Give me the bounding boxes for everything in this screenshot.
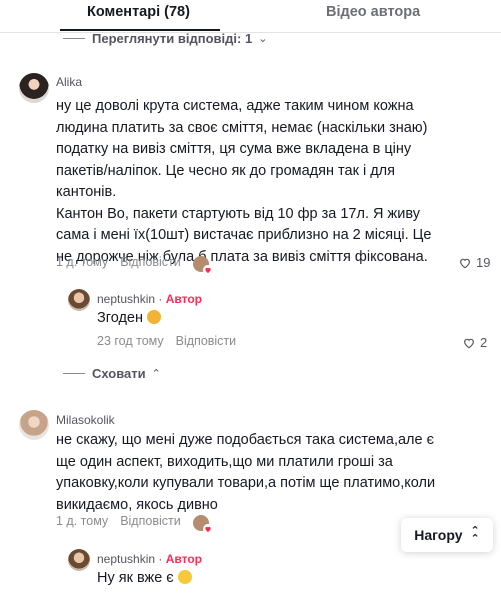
comment-meta: 1 д. тому Відповісти bbox=[56, 255, 181, 269]
reply-username-line: neptushkin · Автор bbox=[97, 292, 202, 306]
reply-text: Згоден bbox=[97, 308, 162, 330]
comment-text-line: ще один аспект, виходить,що ми платили г… bbox=[56, 453, 393, 470]
comment-username[interactable]: Milasokolik bbox=[56, 413, 115, 427]
like-button[interactable]: 2 bbox=[462, 335, 487, 350]
back-to-top-label: Нагору bbox=[414, 527, 463, 543]
reply-username-line: neptushkin · Автор bbox=[97, 552, 202, 566]
comment-text: ну це доволі крута система, адже таким ч… bbox=[56, 96, 486, 268]
comment-text-line: пакетів/наліпок. Це чесно як до громадян… bbox=[56, 162, 395, 179]
comment-text-line: не скажу, що мені дуже подобається така … bbox=[56, 432, 435, 448]
comment-text: не скажу, що мені дуже подобається така … bbox=[56, 430, 486, 516]
like-count: 19 bbox=[476, 255, 491, 270]
author-badge: Автор bbox=[165, 552, 202, 566]
heart-outline-icon bbox=[460, 258, 470, 268]
heart-icon bbox=[203, 265, 213, 275]
divider-line bbox=[63, 373, 85, 374]
reply-button[interactable]: Відповісти bbox=[176, 334, 237, 348]
reply-text-content: Згоден bbox=[97, 310, 144, 326]
comment-text-line: Кантон Во, пакети стартують від 10 фр за… bbox=[56, 205, 420, 222]
comment-text-line: сама і мені їх(10шт) вистачає приблизно … bbox=[56, 227, 432, 243]
comment-time: 1 д. тому bbox=[56, 255, 109, 269]
heart-hands-emoji bbox=[147, 310, 162, 324]
heart-icon bbox=[203, 524, 213, 534]
comment-text-line: податку на вивіз сміття, ця сума вже вкл… bbox=[56, 141, 412, 157]
like-button[interactable]: 19 bbox=[458, 255, 490, 270]
comment-text-line: ну це доволі крута система, адже таким ч… bbox=[56, 98, 414, 114]
reply-button[interactable]: Відповісти bbox=[120, 514, 181, 528]
avatar[interactable] bbox=[19, 410, 49, 440]
comment-text-line: упаковку,коли купували товари,а потім ще… bbox=[56, 475, 436, 491]
comment-text-line: кантонів. bbox=[56, 184, 117, 200]
reply-username[interactable]: neptushkin bbox=[97, 292, 155, 306]
divider-line bbox=[63, 38, 85, 39]
hide-replies-label: Сховати bbox=[92, 366, 146, 381]
comment-text-line: людина платить за своє сміття, немає (на… bbox=[56, 119, 428, 136]
creator-liked-icon bbox=[193, 256, 213, 275]
hide-replies-button[interactable]: Сховати ⌃ bbox=[63, 366, 161, 381]
reply-text-content: Ну як вже є bbox=[97, 570, 174, 586]
reply-meta: 23 год тому Відповісти bbox=[97, 334, 236, 348]
author-badge: Автор bbox=[165, 292, 202, 306]
heart-outline-icon bbox=[464, 338, 474, 348]
avatar[interactable] bbox=[68, 289, 90, 311]
tab-comments[interactable]: Коментарі (78) bbox=[87, 4, 190, 20]
grin-emoji bbox=[177, 570, 192, 584]
comment-username[interactable]: Alika bbox=[56, 75, 82, 89]
comment-time: 1 д. тому bbox=[56, 514, 109, 528]
comment-meta: 1 д. тому Відповісти bbox=[56, 514, 181, 528]
comment-text-line: викидаємо, якось дивно bbox=[56, 496, 218, 513]
back-to-top-button[interactable]: Нагору ⌃ ⌃ bbox=[401, 518, 493, 552]
reply-username[interactable]: neptushkin bbox=[97, 552, 155, 566]
avatar[interactable] bbox=[68, 549, 90, 571]
reply-time: 23 год тому bbox=[97, 334, 164, 348]
double-chevron-up-icon: ⌃ ⌃ bbox=[470, 525, 480, 545]
tab-bar: Коментарі (78) Відео автора bbox=[0, 0, 501, 33]
reply-button[interactable]: Відповісти bbox=[120, 255, 181, 269]
creator-liked-icon bbox=[193, 515, 213, 534]
avatar[interactable] bbox=[19, 73, 49, 103]
separator-dot: · bbox=[155, 552, 166, 566]
view-replies-button[interactable]: Переглянути відповіді: 1 ⌄ bbox=[63, 31, 267, 46]
chevron-down-icon: ⌄ bbox=[258, 33, 268, 45]
like-count: 2 bbox=[480, 335, 488, 350]
view-replies-label: Переглянути відповіді: 1 bbox=[92, 31, 253, 46]
chevron-up-icon: ⌃ bbox=[151, 368, 161, 380]
reply-text: Ну як вже є bbox=[97, 568, 192, 590]
separator-dot: · bbox=[155, 292, 166, 306]
tab-author-videos[interactable]: Відео автора bbox=[326, 4, 420, 20]
